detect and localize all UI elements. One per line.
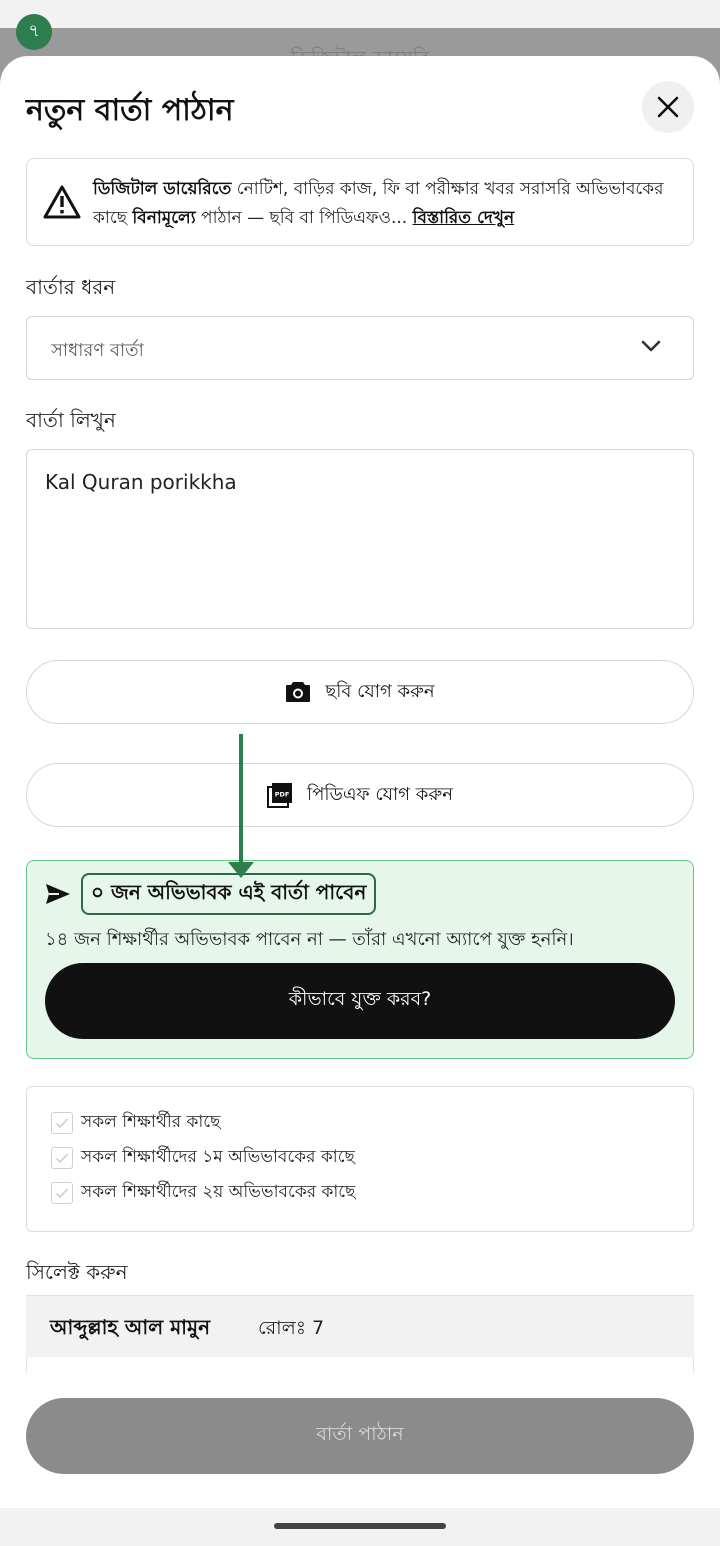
sheet-title: নতুন বার্তা পাঠান [26,93,234,128]
warning-icon [43,185,81,219]
see-details-link[interactable]: বিস্তারিত দেখুন [413,208,515,228]
select-students-label: সিলেক্ট করুন [26,1260,128,1284]
send-message-button[interactable]: বার্তা পাঠান [26,1398,694,1474]
audience-option-first-guardian[interactable]: সকল শিক্ষার্থীদের ১ম অভিভাবকের কাছে [51,1145,355,1171]
message-type-value: সাধারণ বার্তা [51,340,144,361]
recipient-count-highlight: ০ জন অভিভাবক এই বার্তা পাবেন [81,873,377,915]
recipient-warning-text: ১৪ জন শিক্ষার্থীর অভিভাবক পাবেন না — তাঁ… [45,929,574,950]
home-indicator[interactable] [274,1523,446,1529]
notification-badge: ৭ [16,14,52,50]
close-icon [657,96,679,118]
annotation-arrow-head [228,862,254,878]
checkbox[interactable] [51,1182,73,1204]
audience-option-second-guardian[interactable]: সকল শিক্ষার্থীদের ২য় অভিভাবকের কাছে [51,1180,355,1206]
student-list-item[interactable]: আব্দুল্লাহ আল মামুন রোলঃ 7 [26,1295,694,1357]
recipient-count-text: ০ জন অভিভাবক এই বার্তা পাবেন [91,879,367,904]
audience-options-card: সকল শিক্ষার্থীর কাছে সকল শিক্ষার্থীদের ১… [26,1086,694,1232]
info-text-part: পাঠান — ছবি বা পিডিএফও... [195,208,413,228]
info-text: ডিজিটাল ডায়েরিতে নোটিশ, বাড়ির কাজ, ফি … [93,175,685,233]
message-type-select[interactable]: সাধারণ বার্তা [26,316,694,380]
audience-option-label: সকল শিক্ষার্থীদের ১ম অভিভাবকের কাছে [81,1147,355,1167]
send-icon [46,884,70,904]
checkbox[interactable] [51,1112,73,1134]
check-icon [55,1153,69,1164]
how-to-connect-button[interactable]: কীভাবে যুক্ত করব? [45,963,675,1039]
checkbox[interactable] [51,1147,73,1169]
add-photo-label: ছবি যোগ করুন [325,680,435,702]
check-icon [55,1118,69,1129]
send-message-label: বার্তা পাঠান [316,1423,404,1445]
svg-text:PDF: PDF [275,791,290,799]
student-name: আব্দুল্লাহ আল মামুন [50,1315,211,1339]
pdf-icon: PDF [267,783,293,808]
compose-message-sheet: নতুন বার্তা পাঠান ডিজিটাল ডায়েরিতে নোটি… [0,56,720,1508]
add-pdf-label: পিডিএফ যোগ করুন [307,783,453,805]
add-photo-button[interactable]: ছবি যোগ করুন [26,660,694,724]
message-textarea[interactable]: Kal Quran porikkha [26,449,694,629]
add-pdf-button[interactable]: PDF পিডিএফ যোগ করুন [26,763,694,827]
message-type-label: বার্তার ধরন [26,275,116,299]
close-button[interactable] [642,81,694,133]
status-bar [0,0,720,28]
audience-option-label: সকল শিক্ষার্থীদের ২য় অভিভাবকের কাছে [81,1182,356,1202]
student-list-item[interactable] [26,1357,694,1373]
annotation-arrow-line [239,734,243,866]
info-bold-lead: ডিজিটাল ডায়েরিতে [93,179,232,199]
info-bold-free: বিনামূল্যে [132,208,196,228]
how-to-connect-label: কীভাবে যুক্ত করব? [288,988,432,1010]
audience-option-label: সকল শিক্ষার্থীর কাছে [81,1112,221,1132]
message-body-label: বার্তা লিখুন [26,408,116,432]
message-text: Kal Quran porikkha [45,470,237,494]
camera-icon [286,682,311,702]
chevron-down-icon [641,340,661,352]
student-roll: রোলঃ 7 [258,1317,325,1339]
check-icon [55,1188,69,1199]
audience-option-all-students[interactable]: সকল শিক্ষার্থীর কাছে [51,1110,220,1136]
recipient-summary-card: ০ জন অভিভাবক এই বার্তা পাবেন ১৪ জন শিক্ষ… [26,860,694,1059]
info-banner: ডিজিটাল ডায়েরিতে নোটিশ, বাড়ির কাজ, ফি … [26,158,694,246]
